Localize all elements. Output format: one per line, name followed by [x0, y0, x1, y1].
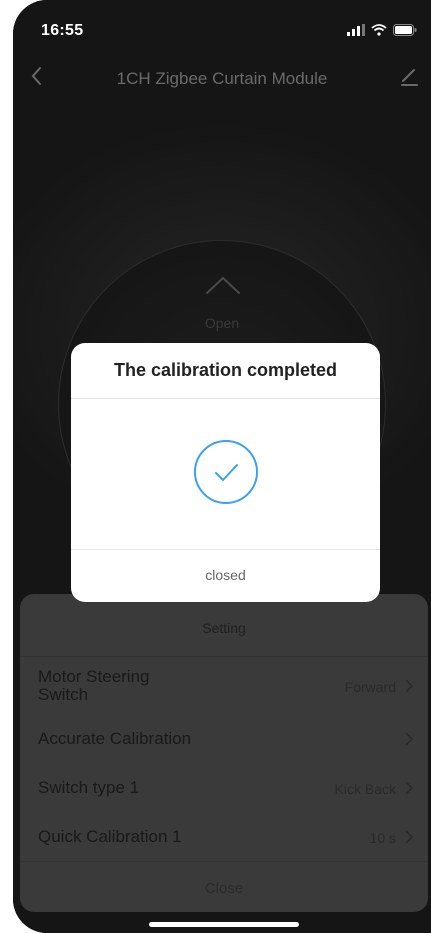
chevron-right-icon: [405, 781, 414, 795]
setting-label: Switch type 1: [38, 778, 140, 797]
setting-row-quick-calibration[interactable]: Quick Calibration 1 10 s: [38, 820, 414, 860]
calibration-dialog: The calibration completed closed: [71, 343, 380, 602]
phone-frame: 16:55 1CH Zigbee Curtain Module Open Set…: [13, 0, 431, 933]
setting-value: 10 s: [369, 830, 396, 846]
chevron-right-icon: [405, 830, 414, 844]
status-time: 16:55: [41, 22, 84, 39]
app-screen: 16:55 1CH Zigbee Curtain Module Open Set…: [13, 0, 431, 933]
chevron-right-icon: [405, 732, 414, 746]
setting-row-switch-type[interactable]: Switch type 1 Kick Back: [38, 771, 414, 811]
nav-bar: 1CH Zigbee Curtain Module: [13, 60, 431, 96]
setting-label: Motor Steering Switch: [38, 667, 150, 704]
chevron-right-icon: [405, 679, 414, 693]
check-circle-icon: [194, 440, 258, 504]
dialog-closed-button[interactable]: closed: [71, 549, 380, 602]
status-bar: 16:55: [13, 0, 431, 48]
divider: [71, 398, 380, 399]
settings-sheet-title: Setting: [202, 620, 246, 636]
divider: [20, 861, 428, 862]
signal-icon: [347, 24, 365, 36]
wifi-icon: [371, 24, 387, 36]
divider: [20, 656, 428, 657]
open-chevron-icon[interactable]: [205, 275, 241, 297]
status-icons: [347, 22, 417, 38]
page-title: 1CH Zigbee Curtain Module: [116, 69, 328, 88]
setting-value: Kick Back: [334, 781, 396, 797]
setting-value: Forward: [344, 679, 396, 695]
battery-icon: [393, 24, 417, 36]
setting-row-accurate-calibration[interactable]: Accurate Calibration: [38, 722, 414, 762]
close-button[interactable]: Close: [20, 880, 428, 897]
setting-row-motor-steering[interactable]: Motor Steering Switch Forward: [38, 666, 414, 706]
screenshot-margin: [0, 0, 13, 933]
settings-sheet: Setting Motor Steering Switch Forward Ac…: [20, 594, 428, 912]
home-indicator: [149, 922, 299, 927]
setting-label: Quick Calibration 1: [38, 827, 182, 846]
open-label: Open: [204, 315, 240, 331]
setting-label: Accurate Calibration: [38, 729, 192, 748]
edit-icon[interactable]: [397, 64, 421, 88]
dialog-title: The calibration completed: [113, 360, 338, 380]
